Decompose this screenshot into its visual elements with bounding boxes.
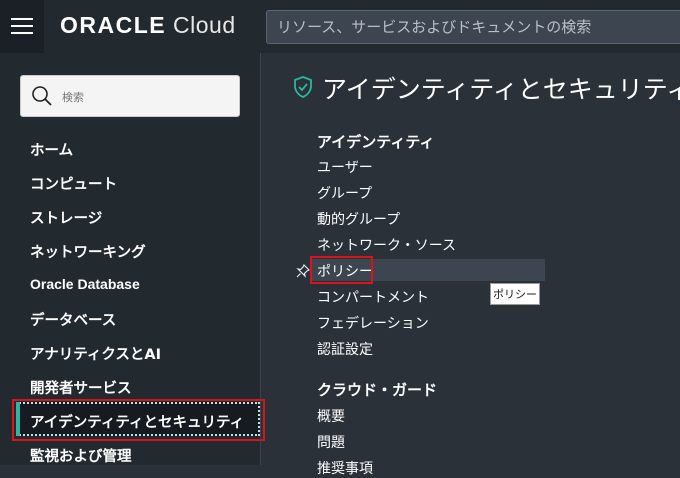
- group-heading-cloud-guard: クラウド・ガード: [317, 381, 438, 399]
- sidebar-item-observability[interactable]: 監視および管理: [30, 445, 132, 466]
- link-recommendations[interactable]: 推奨事項: [317, 458, 373, 478]
- page-title: アイデンティティとセキュリティ: [322, 75, 680, 104]
- sidebar-item-analytics-ai[interactable]: アナリティクスとAI: [30, 343, 161, 364]
- sidebar-item-developer-services[interactable]: 開発者サービス: [30, 377, 132, 398]
- sidebar-item-oracle-database[interactable]: Oracle Database: [30, 276, 140, 292]
- menu-icon[interactable]: [0, 0, 44, 53]
- shield-check-icon: [294, 76, 312, 98]
- highlight-box-sidebar: [12, 399, 265, 441]
- sidebar-search-input[interactable]: 検索: [20, 75, 240, 117]
- search-icon: [32, 86, 52, 106]
- link-federation[interactable]: フェデレーション: [317, 313, 429, 333]
- highlight-box-policies: [310, 256, 373, 284]
- link-users[interactable]: ユーザー: [317, 157, 373, 177]
- link-dynamic-groups[interactable]: 動的グループ: [317, 209, 400, 229]
- logo-product: Cloud: [173, 12, 236, 38]
- global-search-input[interactable]: リソース、サービスおよびドキュメントの検索: [266, 10, 680, 44]
- link-problems[interactable]: 問題: [317, 432, 345, 452]
- sidebar-item-compute[interactable]: コンピュート: [30, 173, 117, 194]
- link-groups[interactable]: グループ: [317, 183, 372, 203]
- link-overview[interactable]: 概要: [317, 406, 345, 426]
- pin-icon[interactable]: [296, 264, 310, 278]
- oracle-cloud-logo[interactable]: ORACLE Cloud: [60, 12, 236, 39]
- group-heading-identity: アイデンティティ: [317, 133, 435, 151]
- sidebar-search-placeholder: 検索: [62, 91, 84, 104]
- link-authentication-settings[interactable]: 認証設定: [317, 339, 373, 359]
- tooltip-policies: ポリシー: [490, 283, 540, 305]
- sidebar-item-storage[interactable]: ストレージ: [30, 207, 102, 228]
- top-bar: ORACLE Cloud リソース、サービスおよびドキュメントの検索: [0, 0, 680, 53]
- logo-brand: ORACLE: [60, 12, 167, 38]
- panel-divider: [260, 53, 261, 465]
- link-compartments[interactable]: コンパートメント: [317, 287, 429, 307]
- sidebar-item-home[interactable]: ホーム: [30, 139, 73, 160]
- sidebar-item-networking[interactable]: ネットワーキング: [30, 241, 146, 262]
- sidebar-item-databases[interactable]: データベース: [30, 309, 116, 330]
- link-network-sources[interactable]: ネットワーク・ソース: [317, 235, 456, 255]
